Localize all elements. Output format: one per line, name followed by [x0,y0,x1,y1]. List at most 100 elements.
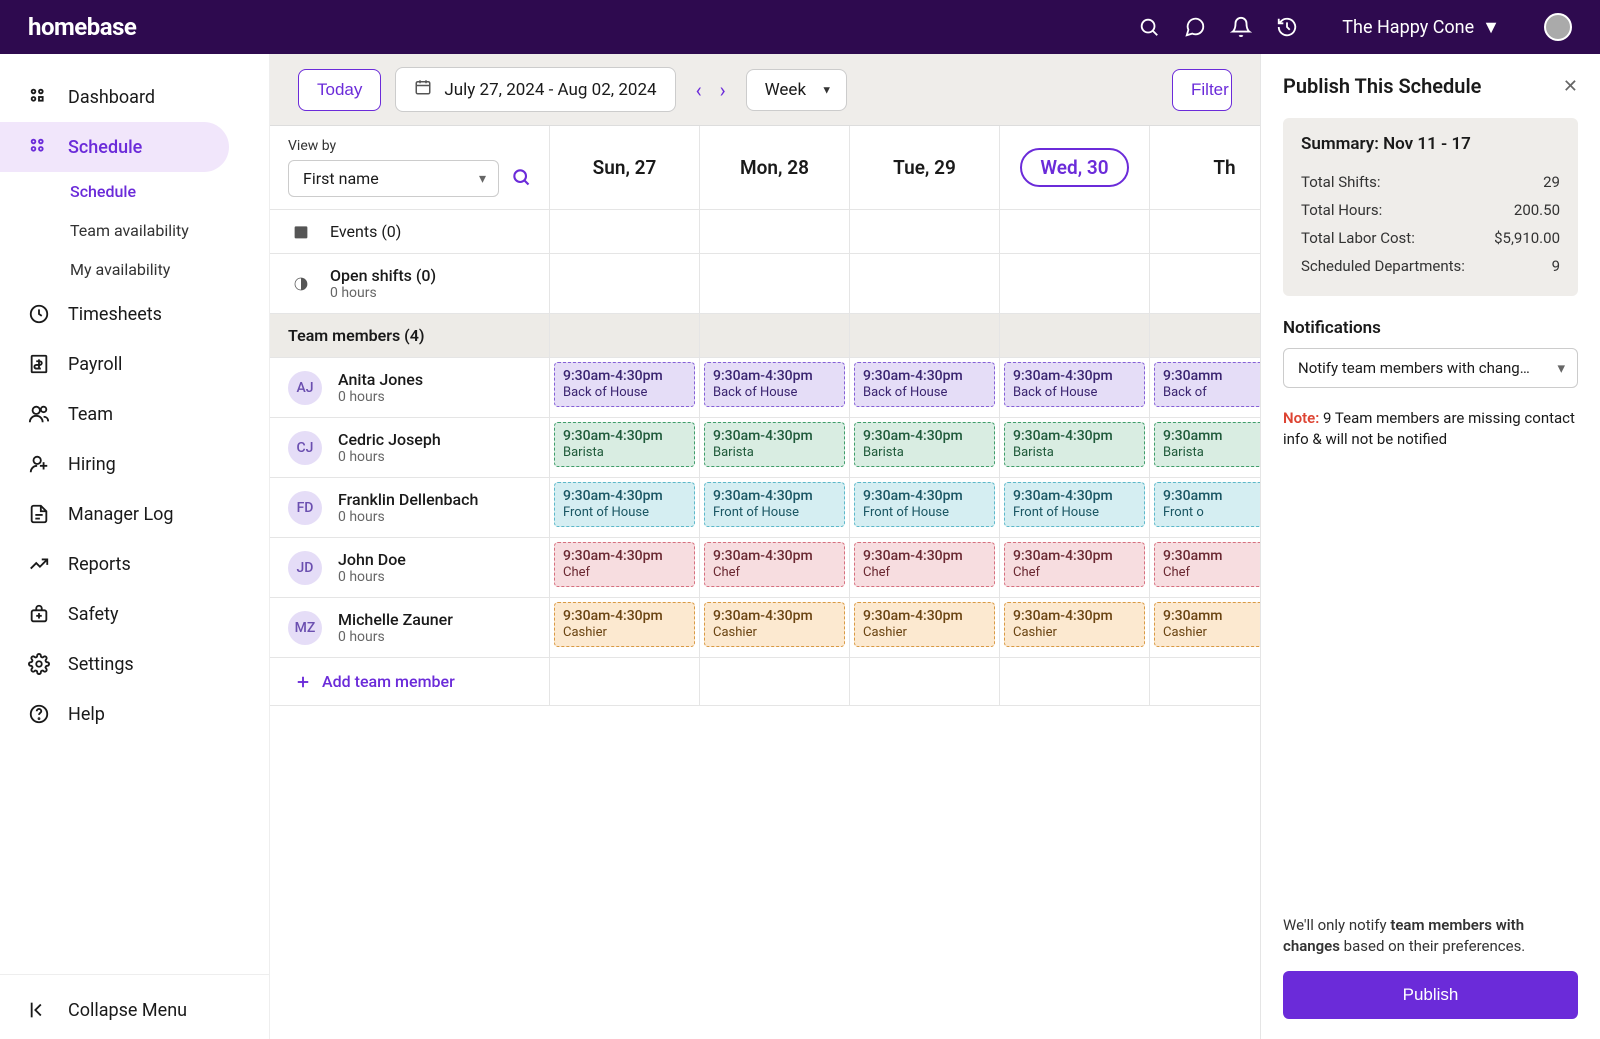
events-cell[interactable] [1150,210,1260,254]
empty-cell[interactable] [850,658,1000,706]
user-avatar[interactable] [1544,13,1572,41]
open-shift-cell[interactable] [1000,254,1150,314]
events-row[interactable]: Events (0) [270,210,550,254]
team-member-row[interactable]: MZ Michelle Zauner0 hours [270,598,550,658]
shift-block[interactable]: 9:30am-4:30pm Chef [554,542,695,587]
nav-help[interactable]: Help [0,689,269,739]
day-header[interactable]: Wed, 30 [1000,126,1150,210]
shift-cell[interactable]: 9:30am-4:30pm Chef [700,538,850,598]
team-member-row[interactable]: FD Franklin Dellenbach0 hours [270,478,550,538]
day-header[interactable]: Sun, 27 [550,126,700,210]
prev-week-button[interactable]: ‹ [696,78,702,102]
shift-block[interactable]: 9:30amm Back of [1154,362,1260,407]
shift-cell[interactable]: 9:30am-4:30pm Back of House [700,358,850,418]
shift-block[interactable]: 9:30am-4:30pm Front of House [554,482,695,527]
shift-cell[interactable]: 9:30am-4:30pm Back of House [1000,358,1150,418]
empty-cell[interactable] [700,658,850,706]
nav-dashboard[interactable]: Dashboard [0,72,269,122]
filter-button[interactable]: Filter [1172,69,1232,111]
shift-block[interactable]: 9:30am-4:30pm Back of House [854,362,995,407]
shift-cell[interactable]: 9:30amm Chef [1150,538,1260,598]
grid-search-icon[interactable] [511,167,531,191]
day-header[interactable]: Th [1150,126,1260,210]
shift-block[interactable]: 9:30am-4:30pm Barista [1004,422,1145,467]
shift-block[interactable]: 9:30am-4:30pm Cashier [854,602,995,647]
open-shift-cell[interactable] [850,254,1000,314]
events-cell[interactable] [850,210,1000,254]
history-icon[interactable] [1276,16,1298,38]
shift-cell[interactable]: 9:30am-4:30pm Barista [700,418,850,478]
day-header[interactable]: Tue, 29 [850,126,1000,210]
shift-block[interactable]: 9:30amm Front o [1154,482,1260,527]
nav-team[interactable]: Team [0,389,269,439]
shift-cell[interactable]: 9:30am-4:30pm Chef [1000,538,1150,598]
empty-cell[interactable] [1150,658,1260,706]
shift-cell[interactable]: 9:30am-4:30pm Cashier [1000,598,1150,658]
subnav-schedule[interactable]: Schedule [70,172,269,211]
subnav-my-availability[interactable]: My availability [70,250,269,289]
events-cell[interactable] [1000,210,1150,254]
close-icon[interactable]: ✕ [1563,76,1578,97]
open-shift-cell[interactable] [700,254,850,314]
open-shift-cell[interactable] [1150,254,1260,314]
search-icon[interactable] [1138,16,1160,38]
shift-cell[interactable]: 9:30am-4:30pm Cashier [550,598,700,658]
bell-icon[interactable] [1230,16,1252,38]
empty-cell[interactable] [1000,658,1150,706]
team-member-row[interactable]: JD John Doe0 hours [270,538,550,598]
shift-block[interactable]: 9:30am-4:30pm Back of House [1004,362,1145,407]
shift-cell[interactable]: 9:30am-4:30pm Barista [1000,418,1150,478]
shift-cell[interactable]: 9:30amm Barista [1150,418,1260,478]
collapse-menu[interactable]: Collapse Menu [0,981,269,1039]
open-shifts-row[interactable]: Open shifts (0)0 hours [270,254,550,314]
shift-block[interactable]: 9:30am-4:30pm Front of House [854,482,995,527]
shift-cell[interactable]: 9:30am-4:30pm Cashier [850,598,1000,658]
shift-block[interactable]: 9:30am-4:30pm Chef [854,542,995,587]
shift-cell[interactable]: 9:30am-4:30pm Chef [550,538,700,598]
shift-block[interactable]: 9:30am-4:30pm Front of House [1004,482,1145,527]
chat-icon[interactable] [1184,16,1206,38]
shift-block[interactable]: 9:30am-4:30pm Barista [704,422,845,467]
view-by-select[interactable]: First name [288,160,499,197]
events-cell[interactable] [550,210,700,254]
team-member-row[interactable]: AJ Anita Jones0 hours [270,358,550,418]
nav-settings[interactable]: Settings [0,639,269,689]
shift-cell[interactable]: 9:30am-4:30pm Front of House [550,478,700,538]
shift-cell[interactable]: 9:30am-4:30pm Back of House [550,358,700,418]
shift-block[interactable]: 9:30am-4:30pm Cashier [704,602,845,647]
nav-manager-log[interactable]: Manager Log [0,489,269,539]
events-cell[interactable] [700,210,850,254]
shift-cell[interactable]: 9:30amm Back of [1150,358,1260,418]
shift-block[interactable]: 9:30am-4:30pm Back of House [554,362,695,407]
subnav-team-availability[interactable]: Team availability [70,211,269,250]
nav-safety[interactable]: Safety [0,589,269,639]
shift-cell[interactable]: 9:30amm Front o [1150,478,1260,538]
shift-block[interactable]: 9:30am-4:30pm Barista [554,422,695,467]
shift-block[interactable]: 9:30amm Cashier [1154,602,1260,647]
company-selector[interactable]: The Happy Cone ▼ [1342,17,1500,38]
today-button[interactable]: Today [298,69,381,111]
shift-cell[interactable]: 9:30am-4:30pm Chef [850,538,1000,598]
date-range-picker[interactable]: July 27, 2024 - Aug 02, 2024 [395,67,675,112]
nav-timesheets[interactable]: Timesheets [0,289,269,339]
shift-block[interactable]: 9:30am-4:30pm Chef [704,542,845,587]
shift-cell[interactable]: 9:30am-4:30pm Cashier [700,598,850,658]
period-select[interactable]: Week [746,69,847,111]
shift-block[interactable]: 9:30am-4:30pm Front of House [704,482,845,527]
shift-cell[interactable]: 9:30amm Cashier [1150,598,1260,658]
shift-block[interactable]: 9:30am-4:30pm Cashier [554,602,695,647]
shift-cell[interactable]: 9:30am-4:30pm Barista [850,418,1000,478]
shift-cell[interactable]: 9:30am-4:30pm Front of House [850,478,1000,538]
shift-cell[interactable]: 9:30am-4:30pm Front of House [700,478,850,538]
shift-block[interactable]: 9:30am-4:30pm Barista [854,422,995,467]
shift-cell[interactable]: 9:30am-4:30pm Back of House [850,358,1000,418]
shift-block[interactable]: 9:30am-4:30pm Back of House [704,362,845,407]
open-shift-cell[interactable] [550,254,700,314]
nav-reports[interactable]: Reports [0,539,269,589]
shift-cell[interactable]: 9:30am-4:30pm Front of House [1000,478,1150,538]
nav-schedule[interactable]: Schedule [0,122,229,172]
shift-block[interactable]: 9:30amm Chef [1154,542,1260,587]
notify-select[interactable]: Notify team members with chang… [1283,348,1578,388]
nav-hiring[interactable]: Hiring [0,439,269,489]
shift-block[interactable]: 9:30amm Barista [1154,422,1260,467]
